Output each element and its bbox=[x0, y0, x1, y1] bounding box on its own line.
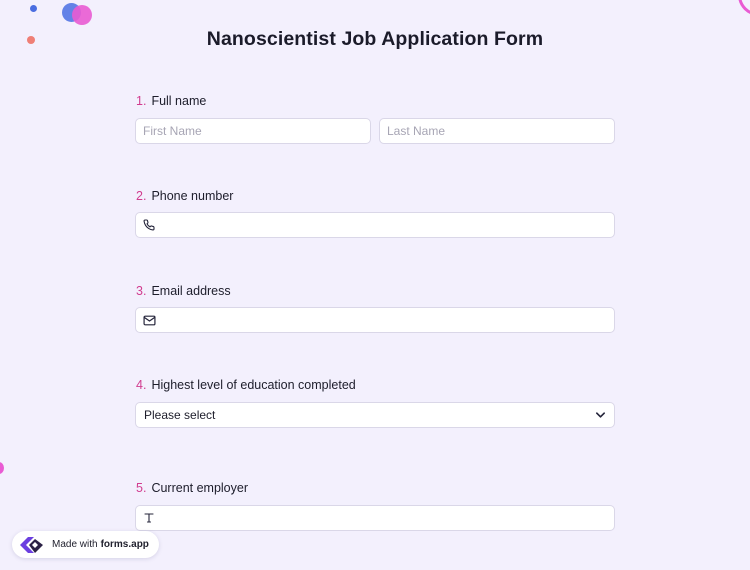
question-label-employer: 5. Current employer bbox=[136, 481, 248, 495]
form-title: Nanoscientist Job Application Form bbox=[206, 28, 544, 50]
last-name-placeholder: Last Name bbox=[387, 124, 446, 138]
decorative-ring bbox=[738, 0, 750, 16]
employer-input[interactable] bbox=[135, 505, 615, 531]
question-number: 4. bbox=[136, 378, 147, 392]
email-input[interactable] bbox=[135, 307, 615, 333]
decorative-dot bbox=[0, 462, 4, 474]
question-number: 3. bbox=[136, 284, 147, 298]
question-text: Email address bbox=[151, 284, 231, 298]
last-name-input[interactable]: Last Name bbox=[379, 118, 615, 144]
question-text: Current employer bbox=[151, 481, 249, 495]
question-number: 1. bbox=[136, 94, 147, 108]
first-name-input[interactable]: First Name bbox=[135, 118, 371, 144]
chevron-down-icon bbox=[595, 411, 606, 419]
decorative-circle bbox=[72, 5, 92, 25]
question-label-full-name: 1. Full name bbox=[136, 94, 206, 108]
text-type-icon bbox=[143, 512, 155, 524]
envelope-icon bbox=[143, 315, 156, 326]
question-number: 2. bbox=[136, 189, 147, 203]
question-text: Highest level of education completed bbox=[151, 378, 356, 392]
question-text: Full name bbox=[151, 94, 207, 108]
phone-icon bbox=[143, 219, 155, 231]
question-label-education: 4. Highest level of education completed bbox=[136, 378, 356, 392]
badge-brand: forms.app bbox=[100, 539, 149, 550]
education-select-value: Please select bbox=[144, 408, 216, 422]
forms-app-logo-icon bbox=[18, 534, 45, 556]
question-label-email: 3. Email address bbox=[136, 284, 231, 298]
decorative-dot bbox=[30, 5, 37, 12]
first-name-placeholder: First Name bbox=[143, 124, 202, 138]
made-with-forms-app-badge[interactable]: Made with forms.app bbox=[12, 531, 159, 558]
question-text: Phone number bbox=[151, 189, 234, 203]
phone-input[interactable] bbox=[135, 212, 615, 238]
education-select[interactable]: Please select bbox=[135, 402, 615, 428]
question-number: 5. bbox=[136, 481, 147, 495]
badge-prefix: Made with bbox=[52, 539, 98, 550]
question-label-phone: 2. Phone number bbox=[136, 189, 233, 203]
